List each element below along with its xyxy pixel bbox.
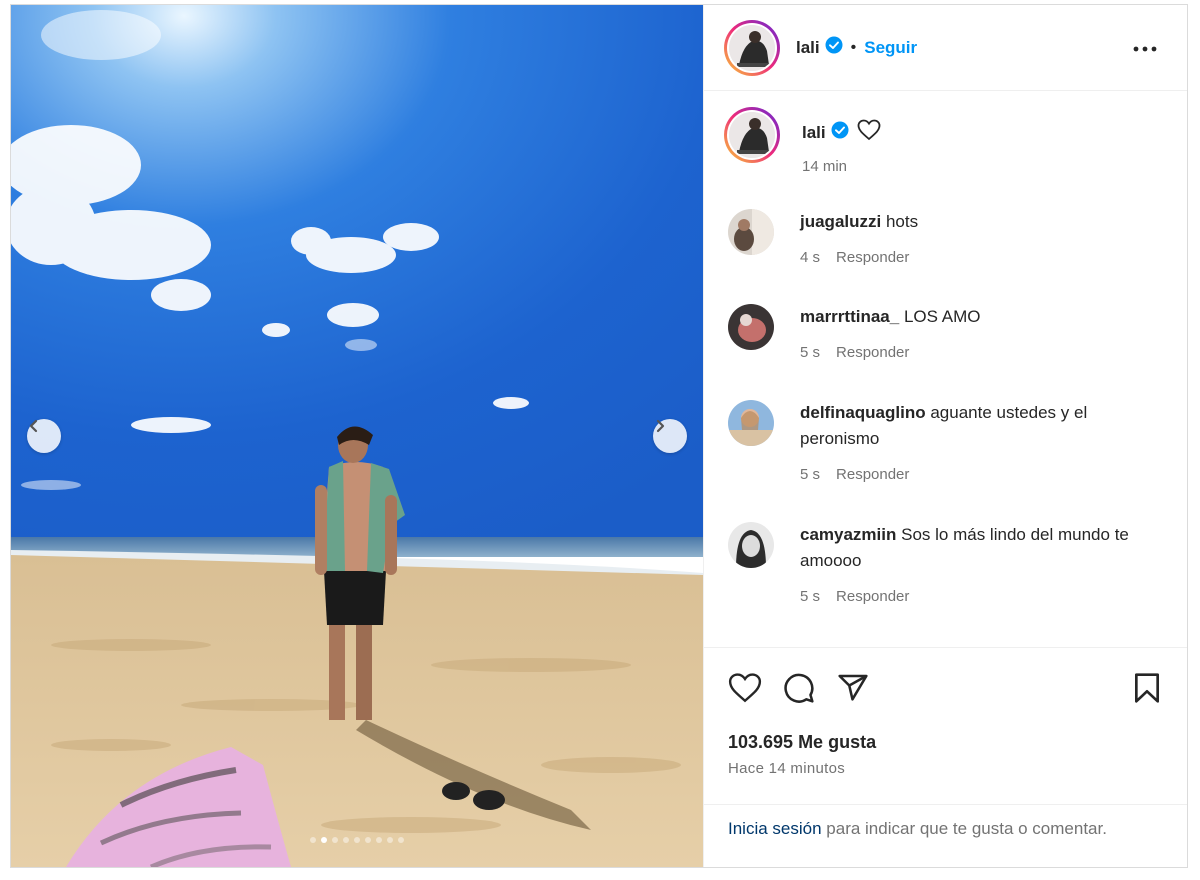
bookmark-icon bbox=[1135, 673, 1159, 703]
header-separator: • bbox=[850, 38, 857, 56]
follow-button[interactable]: Seguir bbox=[864, 38, 917, 58]
comment-time: 4 s bbox=[800, 249, 821, 266]
comment-username[interactable]: juagaluzzi bbox=[800, 212, 881, 231]
comment-username[interactable]: camyazmiin bbox=[800, 525, 896, 544]
chevron-left-icon bbox=[29, 419, 38, 433]
share-icon bbox=[838, 674, 868, 701]
like-button[interactable] bbox=[728, 672, 762, 709]
reply-button[interactable]: Responder bbox=[836, 249, 909, 266]
carousel-dot bbox=[332, 837, 338, 843]
beach-photo bbox=[11, 5, 703, 867]
comment-icon bbox=[784, 673, 814, 703]
verified-badge-icon bbox=[825, 36, 843, 59]
reply-button[interactable]: Responder bbox=[836, 588, 909, 605]
comment-item: camyazmiin Sos lo más lindo del mundo te… bbox=[728, 522, 1168, 610]
reply-button[interactable]: Responder bbox=[836, 344, 909, 361]
caption-avatar[interactable] bbox=[724, 107, 780, 163]
comment-avatar[interactable] bbox=[728, 400, 774, 446]
comment-time: 5 s bbox=[800, 588, 821, 605]
chevron-right-icon bbox=[656, 419, 665, 433]
like-count[interactable]: 103.695 Me gusta bbox=[728, 732, 876, 753]
comment-time: 5 s bbox=[800, 344, 821, 361]
comment-text: hots bbox=[885, 212, 919, 231]
comment-text: LOS AMO bbox=[903, 307, 981, 326]
caption-like-button[interactable] bbox=[857, 119, 881, 146]
carousel-dot bbox=[310, 837, 316, 843]
carousel-dot bbox=[354, 837, 360, 843]
comment-username[interactable]: marrrttinaa_ bbox=[800, 307, 899, 326]
post-actions: 103.695 Me gusta Hace 14 minutos Inicia … bbox=[704, 647, 1187, 867]
carousel-dot bbox=[376, 837, 382, 843]
more-options-button[interactable] bbox=[1132, 37, 1158, 66]
heart-icon bbox=[857, 119, 881, 141]
more-icon bbox=[1133, 46, 1157, 52]
reply-button[interactable]: Responder bbox=[836, 466, 909, 483]
comment-item: marrrttinaa_ LOS AMO 5 s Responder bbox=[728, 304, 1168, 366]
heart-icon bbox=[728, 673, 762, 703]
post-header: lali • Seguir bbox=[704, 5, 1187, 91]
share-button[interactable] bbox=[836, 672, 870, 709]
comment-button[interactable] bbox=[782, 672, 816, 709]
carousel-dot bbox=[398, 837, 404, 843]
author-username[interactable]: lali bbox=[796, 38, 820, 58]
author-avatar[interactable] bbox=[724, 19, 780, 76]
carousel-dot bbox=[343, 837, 349, 843]
post-date: Hace 14 minutos bbox=[728, 760, 846, 777]
post-photo bbox=[11, 5, 703, 867]
comment-item: juagaluzzi hots 4 s Responder bbox=[728, 209, 1168, 271]
comment-avatar[interactable] bbox=[728, 209, 774, 255]
verified-badge-icon bbox=[831, 121, 849, 144]
previous-slide-button[interactable] bbox=[27, 419, 61, 453]
comment-avatar[interactable] bbox=[728, 522, 774, 568]
caption: lali 14 min bbox=[724, 107, 881, 175]
comment-username[interactable]: delfinaquaglino bbox=[800, 403, 926, 422]
login-link[interactable]: Inicia sesión bbox=[728, 819, 822, 838]
login-prompt: Inicia sesión para indicar que te gusta … bbox=[704, 804, 1187, 843]
carousel-indicator bbox=[11, 837, 703, 843]
carousel-dot bbox=[321, 837, 327, 843]
comment-item: delfinaquaglino aguante ustedes y el per… bbox=[728, 400, 1168, 488]
carousel-dot bbox=[365, 837, 371, 843]
post-dialog: lali • Seguir lali 14 min juagaluzzi hot… bbox=[10, 4, 1188, 868]
caption-time: 14 min bbox=[802, 158, 848, 175]
next-slide-button[interactable] bbox=[653, 419, 687, 453]
login-prompt-text: para indicar que te gusta o comentar. bbox=[821, 819, 1107, 838]
carousel-dot bbox=[387, 837, 393, 843]
comment-time: 5 s bbox=[800, 466, 821, 483]
comment-avatar[interactable] bbox=[728, 304, 774, 350]
save-button[interactable] bbox=[1132, 672, 1162, 709]
caption-username[interactable]: lali bbox=[802, 123, 826, 143]
post-details-panel: lali • Seguir lali 14 min juagaluzzi hot… bbox=[703, 5, 1187, 867]
